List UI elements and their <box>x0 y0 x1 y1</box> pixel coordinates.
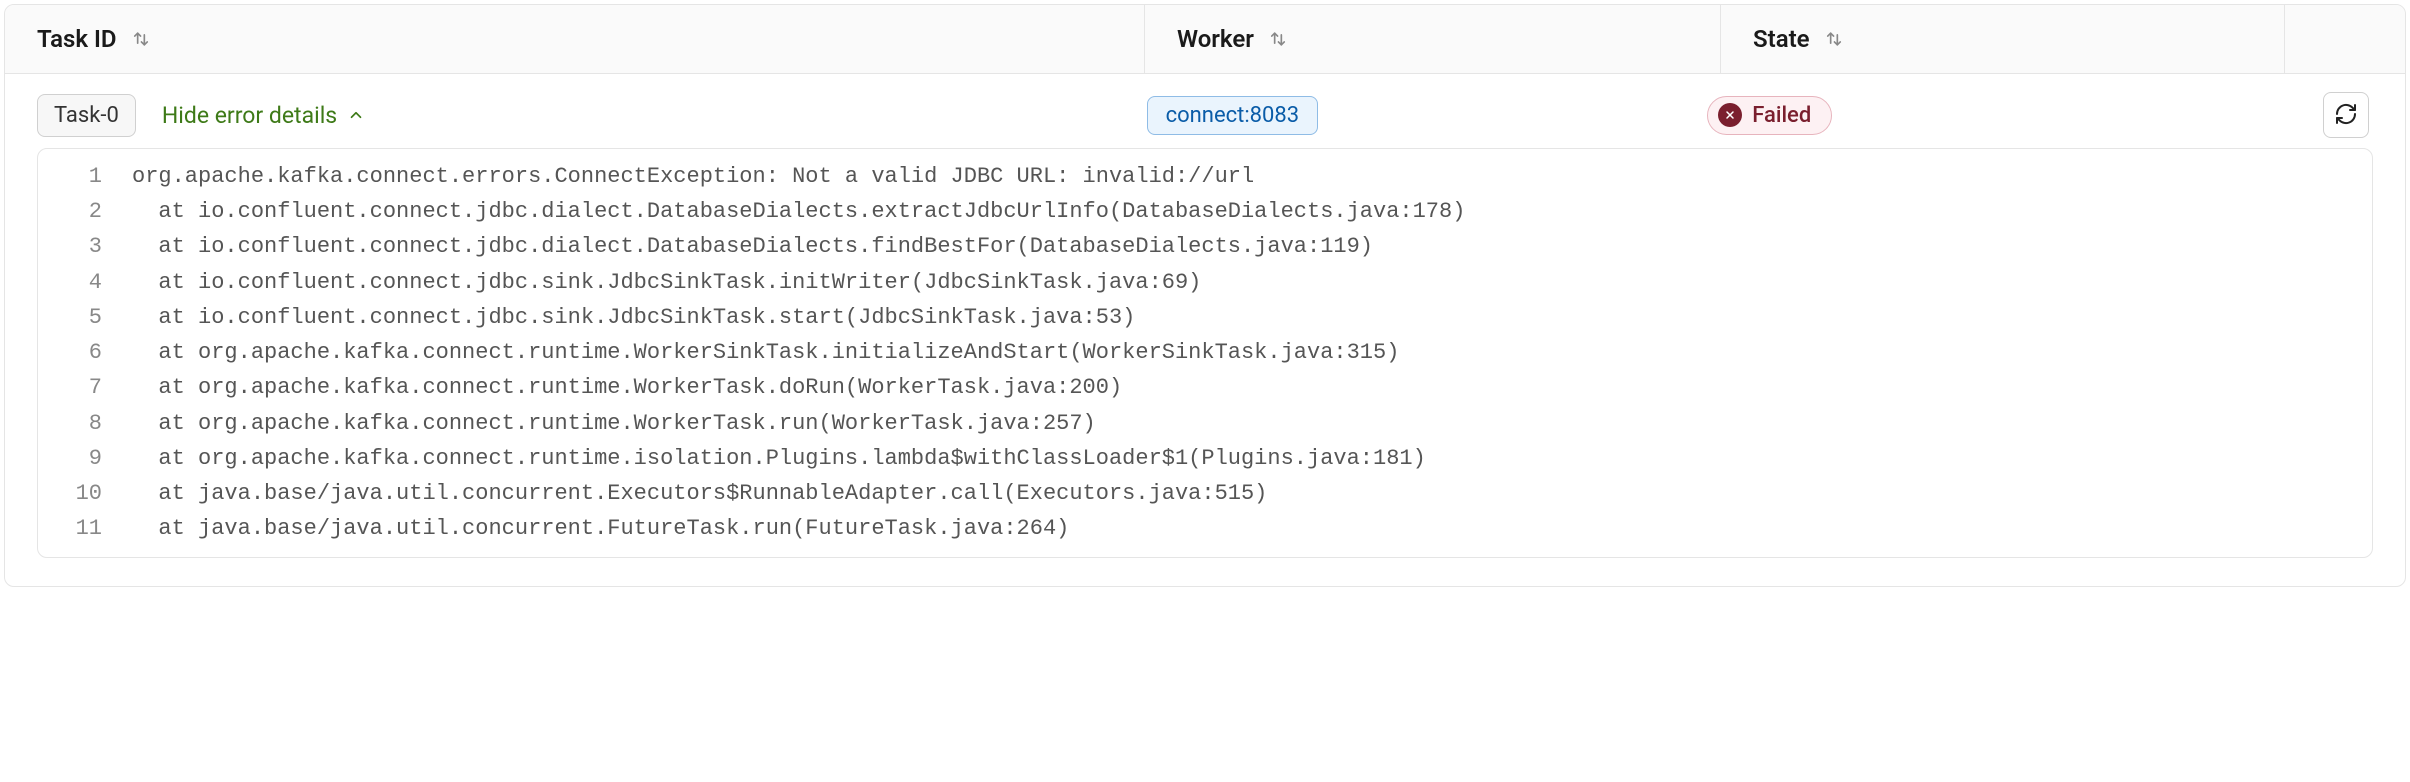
stack-trace-line: 7 at org.apache.kafka.connect.runtime.Wo… <box>38 370 2372 405</box>
line-content: at java.base/java.util.concurrent.Execut… <box>116 476 2372 511</box>
worker-chip[interactable]: connect:8083 <box>1147 96 1319 135</box>
tasks-table: Task ID Worker State Task-0 Hide error d… <box>4 4 2406 587</box>
line-number: 11 <box>38 511 116 556</box>
status-text: Failed <box>1752 103 1811 128</box>
table-row: Task-0 Hide error details connect:8083 F… <box>5 74 2405 148</box>
sort-icon <box>131 29 151 49</box>
toggle-error-details[interactable]: Hide error details <box>162 102 365 129</box>
refresh-button[interactable] <box>2323 92 2369 138</box>
stack-trace-line: 3 at io.confluent.connect.jdbc.dialect.D… <box>38 229 2372 264</box>
line-content: at org.apache.kafka.connect.runtime.Work… <box>116 335 2372 370</box>
task-id-chip: Task-0 <box>37 94 136 137</box>
toggle-label: Hide error details <box>162 102 337 129</box>
column-header-state[interactable]: State <box>1721 5 2285 73</box>
line-content: at io.confluent.connect.jdbc.sink.JdbcSi… <box>116 300 2372 335</box>
stack-trace-line: 2 at io.confluent.connect.jdbc.dialect.D… <box>38 194 2372 229</box>
line-number: 2 <box>38 194 116 229</box>
stack-trace-line: 5 at io.confluent.connect.jdbc.sink.Jdbc… <box>38 300 2372 335</box>
stack-trace-line: 10 at java.base/java.util.concurrent.Exe… <box>38 476 2372 511</box>
table-header-row: Task ID Worker State <box>5 5 2405 74</box>
line-content: at org.apache.kafka.connect.runtime.isol… <box>116 441 2372 476</box>
error-details: 1org.apache.kafka.connect.errors.Connect… <box>5 148 2405 586</box>
line-number: 3 <box>38 229 116 264</box>
column-header-label: Worker <box>1177 25 1254 53</box>
stack-trace-line: 6 at org.apache.kafka.connect.runtime.Wo… <box>38 335 2372 370</box>
sort-icon <box>1824 29 1844 49</box>
stack-trace-line: 11 at java.base/java.util.concurrent.Fut… <box>38 511 2372 556</box>
line-number: 10 <box>38 476 116 511</box>
stack-trace-line: 4 at io.confluent.connect.jdbc.sink.Jdbc… <box>38 265 2372 300</box>
line-number: 4 <box>38 265 116 300</box>
stack-trace-line: 9 at org.apache.kafka.connect.runtime.is… <box>38 441 2372 476</box>
stack-trace-line: 1org.apache.kafka.connect.errors.Connect… <box>38 149 2372 194</box>
cell-worker: connect:8083 <box>1147 96 1708 135</box>
line-number: 9 <box>38 441 116 476</box>
line-content: at org.apache.kafka.connect.runtime.Work… <box>116 370 2372 405</box>
sort-icon <box>1268 29 1288 49</box>
status-badge: Failed <box>1707 96 1832 135</box>
cell-task-id: Task-0 Hide error details <box>37 94 1147 137</box>
line-content: org.apache.kafka.connect.errors.ConnectE… <box>116 149 2372 194</box>
line-content: at io.confluent.connect.jdbc.dialect.Dat… <box>116 194 2372 229</box>
column-header-task-id[interactable]: Task ID <box>5 5 1145 73</box>
stack-trace: 1org.apache.kafka.connect.errors.Connect… <box>37 148 2373 558</box>
line-number: 5 <box>38 300 116 335</box>
column-header-label: State <box>1753 25 1810 53</box>
stack-trace-line: 8 at org.apache.kafka.connect.runtime.Wo… <box>38 406 2372 441</box>
error-circle-icon <box>1718 103 1742 127</box>
line-number: 1 <box>38 149 116 194</box>
chevron-up-icon <box>347 106 365 124</box>
line-content: at org.apache.kafka.connect.runtime.Work… <box>116 406 2372 441</box>
column-header-label: Task ID <box>37 25 117 53</box>
line-content: at java.base/java.util.concurrent.Future… <box>116 511 2372 556</box>
cell-state: Failed <box>1707 96 2256 135</box>
line-number: 7 <box>38 370 116 405</box>
column-header-worker[interactable]: Worker <box>1145 5 1721 73</box>
line-number: 8 <box>38 406 116 441</box>
line-content: at io.confluent.connect.jdbc.sink.JdbcSi… <box>116 265 2372 300</box>
column-header-actions <box>2285 5 2405 73</box>
line-number: 6 <box>38 335 116 370</box>
cell-actions <box>2256 92 2373 138</box>
line-content: at io.confluent.connect.jdbc.dialect.Dat… <box>116 229 2372 264</box>
refresh-icon <box>2334 102 2358 129</box>
